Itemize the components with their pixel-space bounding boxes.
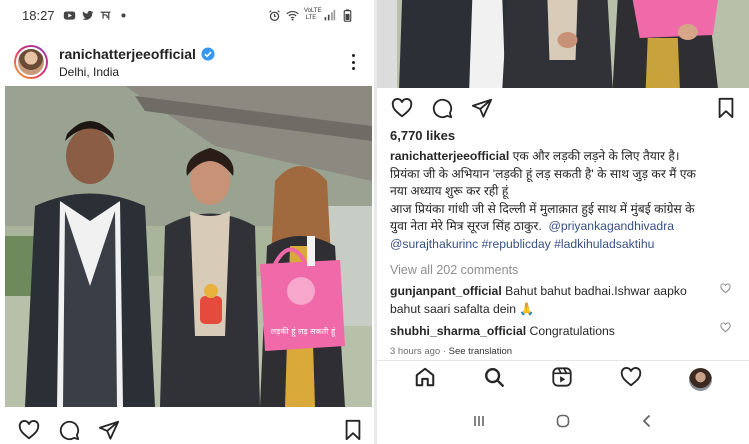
caption-line-5: युवा नेता मेरे मित्र सूरज सिंह ठाकुर.	[390, 219, 542, 233]
author-username[interactable]: ranichatterjeeofficial	[59, 46, 196, 62]
post-caption: ranichatterjeeofficial एक और लड़की लड़ने…	[390, 148, 742, 253]
hashtags-line[interactable]: @surajthakurinc #republicday #ladkihulad…	[390, 236, 742, 254]
comment-item: gunjanpant_official Bahut bahut badhai.I…	[390, 283, 725, 318]
heart-icon	[391, 98, 413, 118]
comment-button[interactable]	[58, 419, 80, 441]
comment-text: Bahut bahut badhai.Ishwar aapko	[505, 284, 687, 298]
like-button[interactable]	[18, 419, 40, 441]
caption-username[interactable]: ranichatterjeeofficial	[390, 149, 509, 163]
signal-icon	[324, 9, 336, 20]
home-circle-icon	[556, 414, 570, 427]
likes-count[interactable]: 6,770 likes	[390, 128, 455, 143]
network-label: VoLTE LTE	[304, 8, 322, 21]
search-icon	[484, 368, 504, 387]
comment-icon	[432, 98, 453, 119]
post-time: 3 hours ago	[390, 346, 441, 357]
like-button[interactable]	[391, 97, 413, 119]
nav-profile-avatar[interactable]	[688, 368, 712, 391]
battery-icon	[343, 8, 352, 22]
wifi-icon	[286, 10, 299, 21]
reels-icon	[552, 367, 573, 387]
share-button[interactable]	[471, 97, 493, 119]
post-header: ranichatterjeeofficial Delhi, India	[0, 40, 374, 84]
save-button[interactable]	[715, 97, 737, 119]
mention-link[interactable]: @priyankagandhivadra	[549, 219, 675, 233]
twitter-icon	[81, 10, 93, 20]
nav-activity[interactable]	[620, 366, 642, 393]
heart-icon	[18, 420, 40, 440]
send-icon	[471, 98, 493, 118]
left-screen: 18:27 VoLTE LTE ranichatterjeeofficial D…	[0, 0, 374, 444]
author-avatar[interactable]	[14, 45, 48, 79]
caption-line-2: प्रियंका जी के अभियान 'लड़की हूं लड़ सकत…	[390, 166, 696, 181]
bottom-navigation	[377, 360, 749, 398]
share-button[interactable]	[98, 419, 120, 441]
comment-button[interactable]	[431, 97, 453, 119]
bookmark-icon	[345, 419, 361, 441]
save-button[interactable]	[342, 419, 364, 441]
view-all-comments-link[interactable]: View all 202 comments	[390, 263, 518, 277]
dot-icon	[121, 12, 126, 18]
recents-button[interactable]	[471, 413, 487, 434]
post-meta: 3 hours ago · See translation	[390, 346, 513, 357]
caption-line-4: आज प्रियंका गांधी जी से दिल्ली में मुलाक…	[390, 201, 695, 216]
comment-text: Congratulations	[529, 324, 615, 338]
see-translation-link[interactable]: See translation	[449, 346, 512, 357]
recents-icon	[474, 415, 484, 426]
youtube-icon	[63, 10, 75, 20]
hindi-app-icon	[100, 11, 110, 20]
nav-home[interactable]	[414, 366, 436, 393]
status-time: 18:27	[22, 7, 55, 23]
comment-username[interactable]: gunjanpant_official	[390, 284, 502, 298]
comment-username[interactable]: shubhi_sharma_official	[390, 324, 526, 338]
comment-icon	[59, 420, 80, 441]
verified-badge-icon	[201, 46, 215, 61]
caption-line-1: एक और लड़की लड़ने के लिए तैयार है।	[512, 149, 680, 163]
post-photo-bottom-crop[interactable]	[377, 0, 749, 88]
more-options-icon[interactable]	[348, 52, 358, 72]
bag-text: लड़की हूं लड़ सकती हूं	[271, 326, 336, 337]
right-screen: 6,770 likes ranichatterjeeofficial एक और…	[377, 0, 749, 444]
status-bar: 18:27 VoLTE LTE	[0, 0, 374, 30]
post-action-bar-left	[18, 410, 364, 444]
alarm-icon	[269, 9, 280, 21]
comment-like-icon[interactable]	[720, 283, 731, 294]
post-photo[interactable]: लड़की हूं लड़ सकती हूं	[5, 86, 372, 407]
post-location[interactable]: Delhi, India	[59, 65, 215, 79]
caption-line-3: नया अध्याय शुरू कर रही हूं	[390, 184, 509, 198]
back-button[interactable]	[639, 413, 655, 434]
home-icon	[416, 367, 435, 387]
comment-like-icon[interactable]	[720, 322, 731, 333]
send-icon	[98, 420, 120, 440]
back-chevron-icon	[642, 414, 651, 427]
comment-text-cont: bahut saari safalta dein 🙏	[390, 301, 535, 316]
post-action-bar	[391, 88, 737, 128]
system-navigation-bar	[377, 402, 749, 444]
nav-search[interactable]	[483, 366, 505, 393]
activity-heart-icon	[620, 367, 642, 387]
bookmark-icon	[718, 97, 734, 119]
home-system-button[interactable]	[555, 413, 571, 434]
nav-reels[interactable]	[551, 366, 573, 393]
comment-item: shubhi_sharma_official Congratulations	[390, 323, 725, 341]
